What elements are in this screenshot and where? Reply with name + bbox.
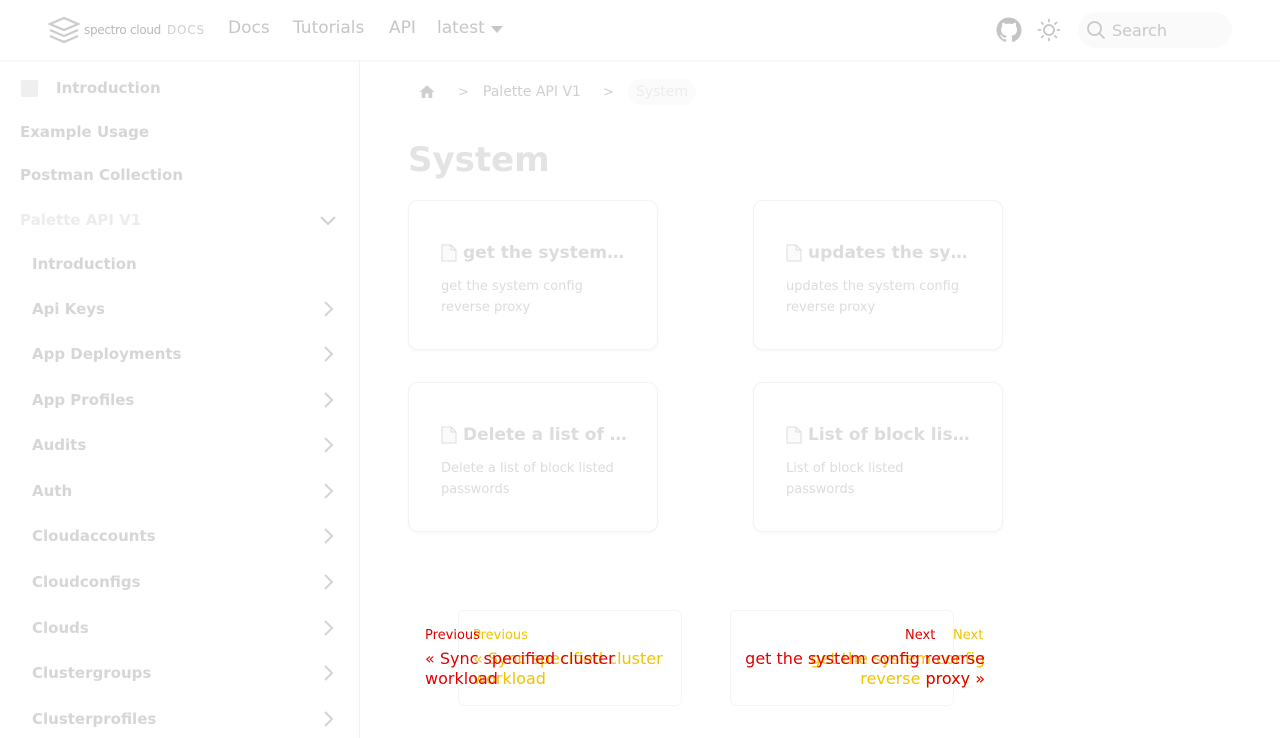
sidebar-item-label: Example Usage xyxy=(20,123,150,141)
nav-docs-link[interactable]: Docs xyxy=(228,18,270,38)
nav-api-link[interactable]: API xyxy=(389,18,416,38)
sidebar-item-label: Cloudaccounts xyxy=(32,527,156,545)
sidebar-item-label: Palette API V1 xyxy=(20,211,142,229)
sidebar-item-clustergroups[interactable]: Clustergroups xyxy=(0,653,359,693)
spectro-cloud-logo[interactable]: spectro cloud DOCS xyxy=(48,16,205,44)
file-icon xyxy=(786,244,802,262)
chevron-right-icon[interactable] xyxy=(318,435,338,455)
sidebar-item-example-usage[interactable]: Example Usage xyxy=(0,112,359,152)
sidebar-item-api-keys[interactable]: Api Keys xyxy=(0,289,359,329)
card-get-system-config[interactable]: get the system co... get the system conf… xyxy=(408,200,658,350)
card-title-text: updates the syste... xyxy=(808,243,972,263)
sidebar: Introduction Example Usage Postman Colle… xyxy=(0,60,360,738)
chevron-right-icon[interactable] xyxy=(318,390,338,410)
sidebar-item-clusterprofiles[interactable]: Clusterprofiles xyxy=(0,699,359,738)
previous-label: Previous xyxy=(425,628,480,643)
card-title: Delete a list of blo... xyxy=(441,425,627,445)
sidebar-item-audits[interactable]: Audits xyxy=(0,425,359,465)
sidebar-item-cloudaccounts[interactable]: Cloudaccounts xyxy=(0,516,359,556)
sidebar-item-auth[interactable]: Auth xyxy=(0,471,359,511)
sidebar-item-label: Clusterprofiles xyxy=(32,710,157,728)
sidebar-item-label: Introduction xyxy=(56,79,161,97)
card-description: List of block listed passwords xyxy=(786,461,904,497)
logo-icon xyxy=(48,16,80,44)
page-title: System xyxy=(408,140,550,180)
card-title: get the system co... xyxy=(441,243,627,263)
next-label: Next xyxy=(905,628,936,643)
sidebar-item-label: Auth xyxy=(32,482,73,500)
top-navbar: spectro cloud DOCS Docs Tutorials API la… xyxy=(0,0,1280,60)
card-description: Delete a list of block listed passwords xyxy=(441,461,614,497)
nav-tutorials-link[interactable]: Tutorials xyxy=(293,18,364,38)
chevron-right-icon[interactable] xyxy=(318,572,338,592)
sidebar-item-cloudconfigs[interactable]: Cloudconfigs xyxy=(0,562,359,602)
previous-label-ghost: Previous xyxy=(473,628,528,643)
card-title-text: List of block listed... xyxy=(808,425,972,445)
search-box[interactable] xyxy=(1078,12,1232,48)
breadcrumb-palette-api-v1[interactable]: Palette API V1 xyxy=(483,84,581,100)
sidebar-item-api-introduction[interactable]: Introduction xyxy=(0,244,359,284)
previous-title: « Sync specified cluster workload xyxy=(425,649,615,688)
card-title-text: Delete a list of blo... xyxy=(463,425,627,445)
sidebar-item-label: Postman Collection xyxy=(20,166,184,184)
breadcrumb-separator: > xyxy=(602,84,614,100)
sidebar-item-clouds[interactable]: Clouds xyxy=(0,608,359,648)
chevron-right-icon[interactable] xyxy=(318,709,338,729)
card-list-block-list[interactable]: List of block listed... List of block li… xyxy=(753,382,1003,532)
chevron-right-icon[interactable] xyxy=(318,344,338,364)
sidebar-item-label: Clustergroups xyxy=(32,664,152,682)
github-icon[interactable] xyxy=(996,17,1022,43)
card-title-text: get the system co... xyxy=(463,243,627,263)
chevron-right-icon[interactable] xyxy=(318,526,338,546)
chevron-right-icon[interactable] xyxy=(318,663,338,683)
logo-wordmark: spectro cloud xyxy=(84,23,161,37)
card-title: List of block listed... xyxy=(786,425,972,445)
sidebar-item-label: App Profiles xyxy=(32,391,135,409)
sidebar-item-app-profiles[interactable]: App Profiles xyxy=(0,380,359,420)
breadcrumb-separator: > xyxy=(458,84,469,100)
chevron-right-icon[interactable] xyxy=(318,618,338,638)
file-icon xyxy=(441,244,457,262)
breadcrumb-current: System xyxy=(627,79,697,105)
next-title: get the system config reverse proxy » xyxy=(745,649,985,688)
doc-icon xyxy=(21,80,38,97)
card-description: updates the system config reverse proxy xyxy=(786,279,960,315)
version-label: latest xyxy=(437,18,485,38)
sidebar-item-label: App Deployments xyxy=(32,345,182,363)
breadcrumb: > Palette API V1 > System xyxy=(408,78,697,106)
file-icon xyxy=(441,426,457,444)
sidebar-item-postman-collection[interactable]: Postman Collection xyxy=(0,155,359,195)
card-title: updates the syste... xyxy=(786,243,972,263)
file-icon xyxy=(786,426,802,444)
next-label-ghost: Next xyxy=(953,628,984,643)
search-input[interactable] xyxy=(1112,20,1222,40)
sidebar-item-label: Audits xyxy=(32,436,87,454)
sidebar-item-palette-api-v1[interactable]: Palette API V1 xyxy=(0,200,359,240)
sidebar-item-label: Api Keys xyxy=(32,300,105,318)
sidebar-item-label: Cloudconfigs xyxy=(32,573,141,591)
chevron-down-icon[interactable] xyxy=(318,210,338,230)
home-icon[interactable] xyxy=(418,83,436,101)
card-delete-block-list[interactable]: Delete a list of blo... Delete a list of… xyxy=(408,382,658,532)
main-content: > Palette API V1 > System System get the… xyxy=(360,60,1280,738)
chevron-right-icon[interactable] xyxy=(318,481,338,501)
chevron-right-icon[interactable] xyxy=(318,299,338,319)
theme-toggle-sun-icon[interactable] xyxy=(1037,18,1061,42)
version-dropdown[interactable]: latest xyxy=(437,18,503,38)
card-description: get the system config reverse proxy xyxy=(441,279,583,315)
sidebar-item-app-deployments[interactable]: App Deployments xyxy=(0,334,359,374)
logo-docs-label: DOCS xyxy=(166,23,205,37)
search-icon xyxy=(1087,21,1105,39)
sidebar-item-introduction[interactable]: Introduction xyxy=(0,68,359,108)
sidebar-item-label: Clouds xyxy=(32,619,89,637)
card-update-system-config[interactable]: updates the syste... updates the system … xyxy=(753,200,1003,350)
sidebar-item-label: Introduction xyxy=(32,255,137,273)
caret-down-icon xyxy=(490,25,503,33)
